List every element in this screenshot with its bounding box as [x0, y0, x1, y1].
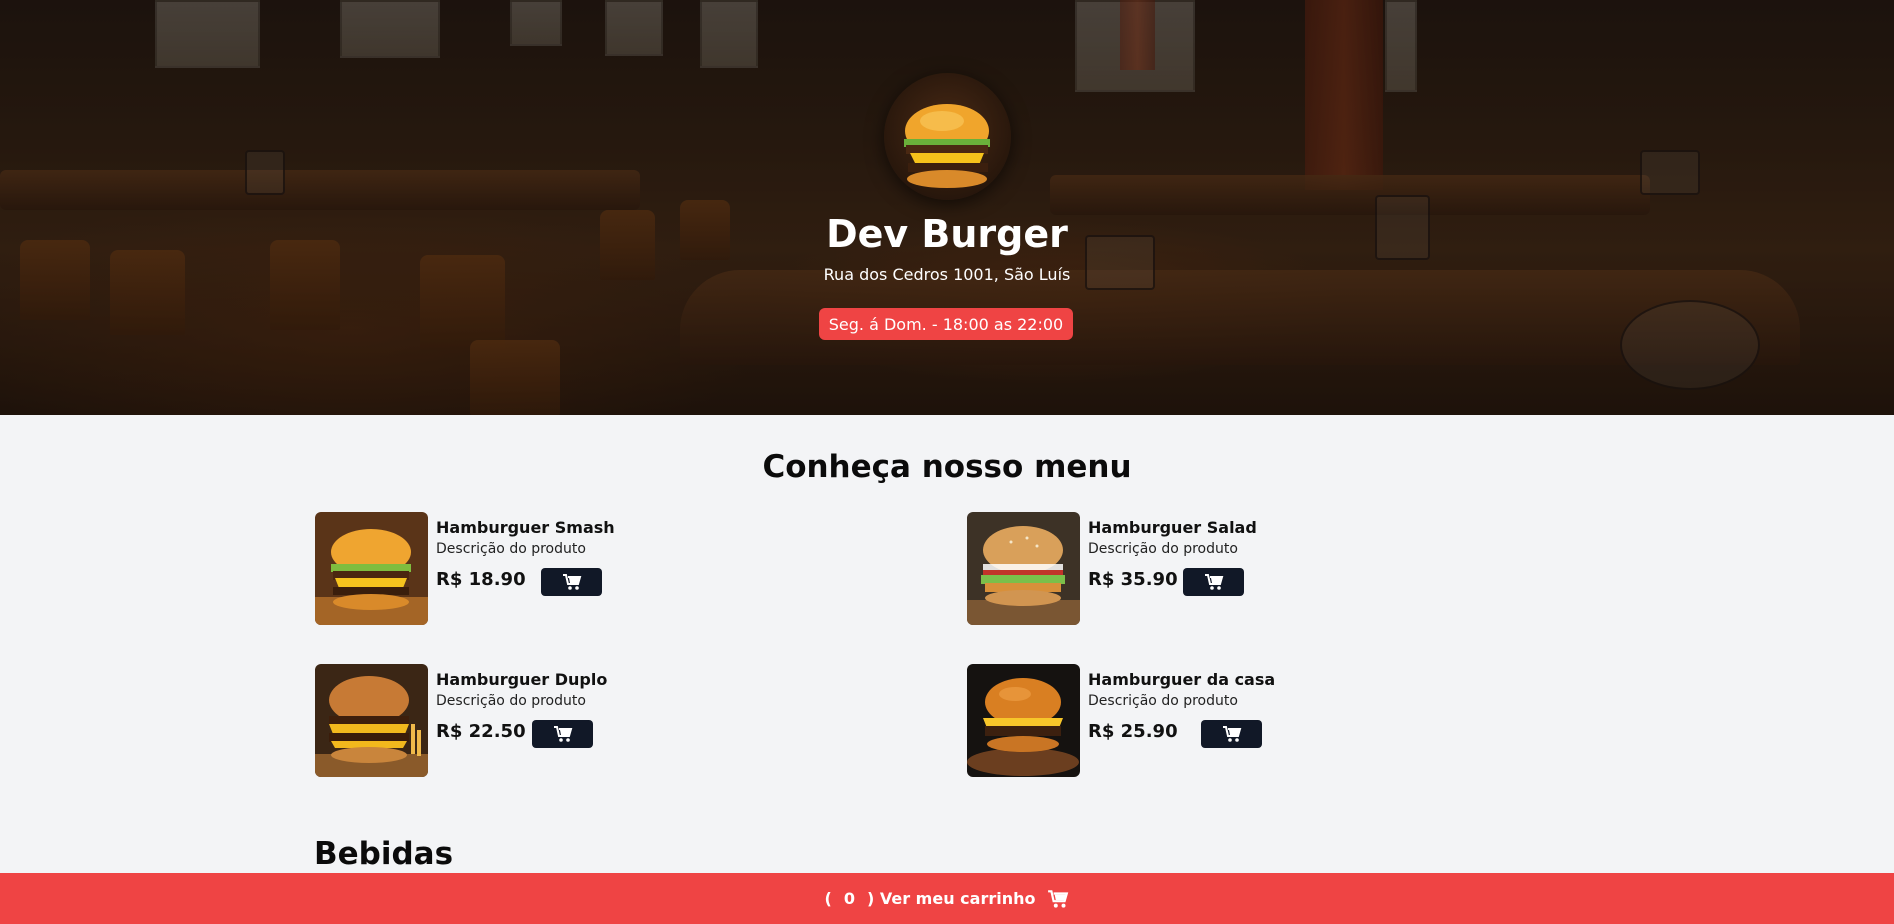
hero-banner: Dev Burger Rua dos Cedros 1001, São Luís… — [0, 0, 1894, 415]
product-description: Descrição do produto — [1088, 541, 1238, 557]
product-image — [315, 664, 428, 777]
add-to-cart-button[interactable] — [1201, 720, 1262, 748]
add-to-cart-button[interactable] — [532, 720, 593, 748]
add-to-cart-button[interactable] — [1183, 568, 1244, 596]
menu-item: Hamburguer da casa Descrição do produto … — [967, 664, 1387, 777]
menu-item: Hamburguer Smash Descrição do produto R$… — [315, 512, 735, 625]
cart-icon — [562, 574, 581, 590]
product-image — [315, 512, 428, 625]
cart-count: 0 — [843, 889, 855, 908]
restaurant-address: Rua dos Cedros 1001, São Luís — [823, 265, 1071, 284]
burger-logo-icon — [884, 73, 1011, 200]
product-description: Descrição do produto — [1088, 693, 1238, 709]
cart-icon — [1222, 726, 1241, 742]
cart-icon — [553, 726, 572, 742]
cart-icon — [1204, 574, 1223, 590]
opening-hours-badge: Seg. á Dom. - 18:00 as 22:00 — [819, 308, 1073, 340]
product-name: Hamburguer da casa — [1088, 670, 1276, 689]
menu-title: Conheça nosso menu — [762, 449, 1132, 485]
product-name: Hamburguer Duplo — [436, 670, 608, 689]
product-price: R$ 18.90 — [436, 569, 526, 590]
menu-item: Hamburguer Salad Descrição do produto R$… — [967, 512, 1387, 625]
view-cart-button[interactable]: ( 0 ) Ver meu carrinho — [0, 873, 1894, 924]
product-price: R$ 22.50 — [436, 721, 526, 742]
add-to-cart-button[interactable] — [541, 568, 602, 596]
product-name: Hamburguer Salad — [1088, 518, 1257, 537]
restaurant-name: Dev Burger — [826, 212, 1068, 256]
cart-icon — [1048, 889, 1069, 908]
menu-item: Hamburguer Duplo Descrição do produto R$… — [315, 664, 735, 777]
cart-count-open-paren: ( — [824, 889, 832, 908]
product-price: R$ 25.90 — [1088, 721, 1178, 742]
product-description: Descrição do produto — [436, 541, 586, 557]
drinks-section-title: Bebidas — [314, 836, 454, 872]
view-cart-label: ) Ver meu carrinho — [866, 889, 1036, 908]
product-price: R$ 35.90 — [1088, 569, 1178, 590]
product-image — [967, 664, 1080, 777]
product-image — [967, 512, 1080, 625]
product-name: Hamburguer Smash — [436, 518, 615, 537]
product-description: Descrição do produto — [436, 693, 586, 709]
